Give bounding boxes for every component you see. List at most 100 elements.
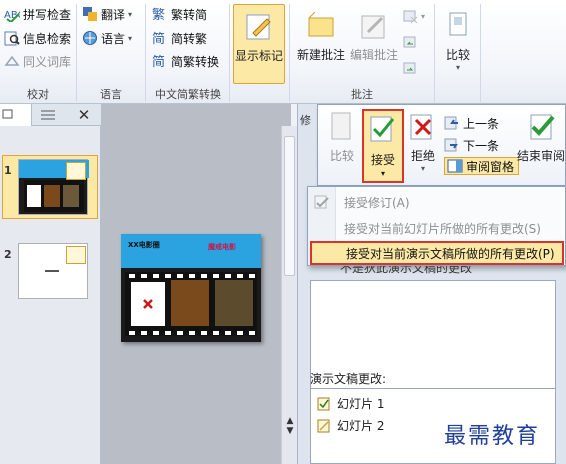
next-comment-button[interactable]	[402, 58, 418, 78]
compare-ribbon-label: 比较	[445, 48, 470, 62]
ribbon-separator	[76, 4, 77, 102]
slide-title: XX电影圈	[128, 241, 160, 249]
page-nav-icon[interactable]: ▲ ▼	[284, 416, 296, 436]
new-comment-button[interactable]: 新建批注	[294, 4, 348, 63]
trad-to-simp-button[interactable]: 繁 繁转简	[152, 4, 207, 24]
next-button[interactable]: 下一条	[444, 135, 499, 155]
presentation-changes-label: 演示文稿更改:	[310, 372, 387, 386]
edit-comment-icon	[358, 10, 390, 42]
ribbon: ABC 拼写检查 信息检索 同义词库 校对 翻译 ▾ 语言 ▾ 语言 繁	[0, 0, 566, 104]
menu-item-accept-slide-changes[interactable]: 接受对当前幻灯片所做的所有更改(S)	[308, 216, 566, 240]
end-review-button[interactable]: 结束审阅	[516, 111, 566, 164]
reviewing-pane-button[interactable]: 审阅窗格	[444, 157, 520, 175]
previous-icon	[444, 115, 460, 131]
svg-text:简: 简	[152, 31, 165, 46]
translate-button[interactable]: 翻译 ▾	[82, 4, 132, 24]
next-comment-icon	[402, 60, 418, 76]
slides-panel-tabs: ✕	[0, 104, 101, 126]
dropdown-arrow-icon: ▾	[128, 33, 133, 43]
new-comment-label: 新建批注	[296, 48, 345, 62]
accept-label: 接受	[370, 153, 395, 167]
list-item[interactable]: 幻灯片 1	[317, 395, 384, 412]
dropdown-arrow-icon: ▾	[421, 11, 426, 21]
research-button[interactable]: 信息检索	[4, 28, 71, 48]
ribbon-separator	[229, 4, 230, 102]
translate-icon	[82, 6, 98, 22]
delete-comment-button[interactable]: ▾	[402, 6, 425, 26]
reject-icon	[407, 111, 439, 143]
ribbon-separator	[289, 4, 290, 102]
slide-number-1: 1	[4, 164, 12, 177]
reviewing-pane-label: 审阅窗格	[466, 159, 515, 174]
list-item[interactable]: 幻灯片 2	[317, 417, 384, 434]
chinese-group-label: 中文简繁转换	[155, 88, 221, 101]
show-markup-label: 显示标记	[234, 49, 283, 63]
menu-item-accept-all-changes[interactable]: 接受对当前演示文稿所做的所有更改(P)	[310, 241, 564, 265]
previous-comment-icon	[402, 34, 418, 50]
language-group-label: 语言	[100, 88, 122, 101]
menu-item-label: 接受修订(A)	[344, 195, 410, 210]
simp-to-trad-label: 简转繁	[171, 31, 208, 46]
thesaurus-button[interactable]: 同义词库	[4, 51, 71, 71]
chinese-conversion-label: 简繁转换	[171, 54, 220, 69]
tab-slides[interactable]	[0, 104, 32, 126]
scrollbar-thumb[interactable]	[284, 136, 295, 276]
ribbon-separator	[480, 4, 481, 102]
next-icon	[444, 137, 460, 153]
accept-dropdown-menu: 接受修订(A) 接受对当前幻灯片所做的所有更改(S) 接受对当前演示文稿所做的所…	[307, 186, 566, 266]
canvas-scrollbar[interactable]: ▲ ▼	[281, 126, 297, 464]
end-review-icon	[525, 111, 557, 143]
reject-button[interactable]: 拒绝 ▾	[406, 111, 440, 173]
list-item-label: 幻灯片 2	[337, 419, 385, 433]
spell-check-button[interactable]: ABC 拼写检查	[4, 4, 71, 24]
tab-outline[interactable]	[33, 104, 65, 126]
previous-comment-button[interactable]	[402, 32, 418, 52]
menu-item-label: 接受对当前演示文稿所做的所有更改(P)	[346, 246, 555, 261]
reviewing-pane-icon	[447, 158, 463, 174]
previous-button[interactable]: 上一条	[444, 113, 499, 133]
chinese-conversion-button[interactable]: 简 简繁转换	[152, 51, 219, 71]
show-markup-icon	[243, 11, 275, 43]
slide-stamp-text: 魔戒电影	[208, 243, 236, 251]
dropdown-arrow-icon: ▾	[455, 63, 460, 72]
accept-change-icon	[314, 194, 330, 213]
watermark: 最需教育	[444, 424, 541, 449]
accept-button[interactable]: 接受 ▾	[362, 109, 404, 183]
trad-to-simp-icon: 繁	[152, 6, 168, 23]
markup-icon	[317, 419, 330, 432]
compare-icon	[442, 10, 474, 42]
compare-ribbon-button[interactable]: 比较 ▾	[440, 4, 476, 72]
edit-comment-button[interactable]: 编辑批注	[348, 4, 400, 63]
dropdown-arrow-icon[interactable]: ▾	[364, 169, 402, 178]
thesaurus-label: 同义词库	[23, 54, 72, 69]
compare-button[interactable]: 比较	[324, 111, 360, 164]
markup-badge-icon	[66, 162, 86, 180]
checked-markup-icon	[317, 397, 330, 410]
research-label: 信息检索	[23, 31, 72, 46]
close-icon[interactable]: ✕	[74, 106, 94, 124]
spell-check-label: 拼写检查	[23, 7, 72, 22]
list-item-label: 幻灯片 1	[337, 397, 385, 411]
trad-to-simp-label: 繁转简	[171, 7, 208, 22]
accept-icon	[367, 113, 399, 145]
svg-text:繁: 繁	[152, 7, 165, 22]
menu-item-accept-change[interactable]: 接受修订(A)	[308, 190, 566, 214]
simp-to-trad-button[interactable]: 简 简转繁	[152, 28, 207, 48]
thesaurus-icon	[4, 53, 20, 69]
show-markup-button[interactable]: 显示标记	[233, 4, 285, 84]
language-button[interactable]: 语言 ▾	[82, 28, 132, 48]
edit-comment-label: 编辑批注	[349, 48, 398, 62]
dropdown-arrow-icon[interactable]: ▾	[421, 164, 425, 173]
simp-to-trad-icon: 简	[152, 30, 168, 47]
slide-number-2: 2	[4, 248, 12, 261]
translate-label: 翻译	[101, 7, 126, 22]
obscured-text: 不是狄此演示文稿的更改	[340, 266, 473, 275]
markup-badge-icon	[66, 246, 86, 264]
spell-check-icon: ABC	[4, 6, 25, 24]
dropdown-arrow-icon: ▾	[128, 9, 133, 19]
previous-label: 上一条	[463, 116, 500, 131]
end-review-label: 结束审阅	[516, 149, 565, 163]
menu-item-label: 接受对当前幻灯片所做的所有更改(S)	[344, 221, 541, 236]
current-slide[interactable]	[121, 234, 261, 342]
research-icon	[4, 30, 20, 46]
